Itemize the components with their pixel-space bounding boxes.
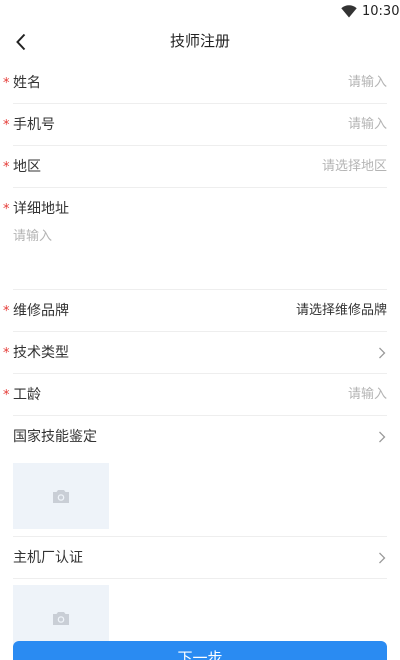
region-field[interactable]: * 地区 请选择地区	[0, 146, 400, 188]
tech-type-field[interactable]: * 技术类型	[0, 332, 400, 374]
chevron-right-icon	[379, 347, 386, 359]
required-mark: *	[3, 304, 10, 319]
years-label: 工龄	[13, 387, 41, 403]
years-input[interactable]: 请输入	[348, 374, 387, 416]
national-cert-photo-upload[interactable]	[13, 463, 109, 529]
brand-select[interactable]: 请选择维修品牌	[296, 290, 387, 332]
name-input[interactable]: 请输入	[348, 62, 387, 104]
divider	[13, 578, 387, 579]
required-mark: *	[3, 202, 10, 217]
required-mark: *	[3, 346, 10, 361]
brand-label: 维修品牌	[13, 303, 69, 319]
next-step-button[interactable]: 下一步	[13, 641, 387, 660]
years-field[interactable]: * 工龄 请输入	[0, 374, 400, 416]
region-label: 地区	[13, 159, 41, 175]
name-field[interactable]: * 姓名 请输入	[0, 62, 400, 104]
phone-field[interactable]: * 手机号 请输入	[0, 104, 400, 146]
wifi-icon	[341, 5, 357, 18]
phone-label: 手机号	[13, 117, 55, 133]
address-textarea[interactable]: 请输入	[13, 222, 387, 282]
camera-icon	[53, 611, 69, 625]
oem-cert-field[interactable]: 主机厂认证	[0, 537, 400, 579]
nav-bar: 技师注册	[0, 24, 400, 60]
required-mark: *	[3, 388, 10, 403]
status-time: 10:30	[362, 4, 400, 19]
region-select[interactable]: 请选择地区	[322, 146, 387, 188]
national-cert-label: 国家技能鉴定	[13, 429, 97, 445]
required-mark: *	[3, 160, 10, 175]
status-bar: 10:30	[0, 0, 400, 24]
chevron-right-icon	[379, 552, 386, 564]
page-title: 技师注册	[169, 32, 230, 50]
chevron-right-icon	[379, 431, 386, 443]
tech-type-label: 技术类型	[13, 345, 69, 361]
name-label: 姓名	[13, 75, 41, 91]
national-cert-field[interactable]: 国家技能鉴定	[0, 416, 400, 458]
brand-field[interactable]: * 维修品牌 请选择维修品牌	[0, 290, 400, 332]
phone-input[interactable]: 请输入	[348, 104, 387, 146]
camera-icon	[53, 489, 69, 503]
required-mark: *	[3, 118, 10, 133]
required-mark: *	[3, 76, 10, 91]
oem-cert-label: 主机厂认证	[13, 550, 83, 566]
